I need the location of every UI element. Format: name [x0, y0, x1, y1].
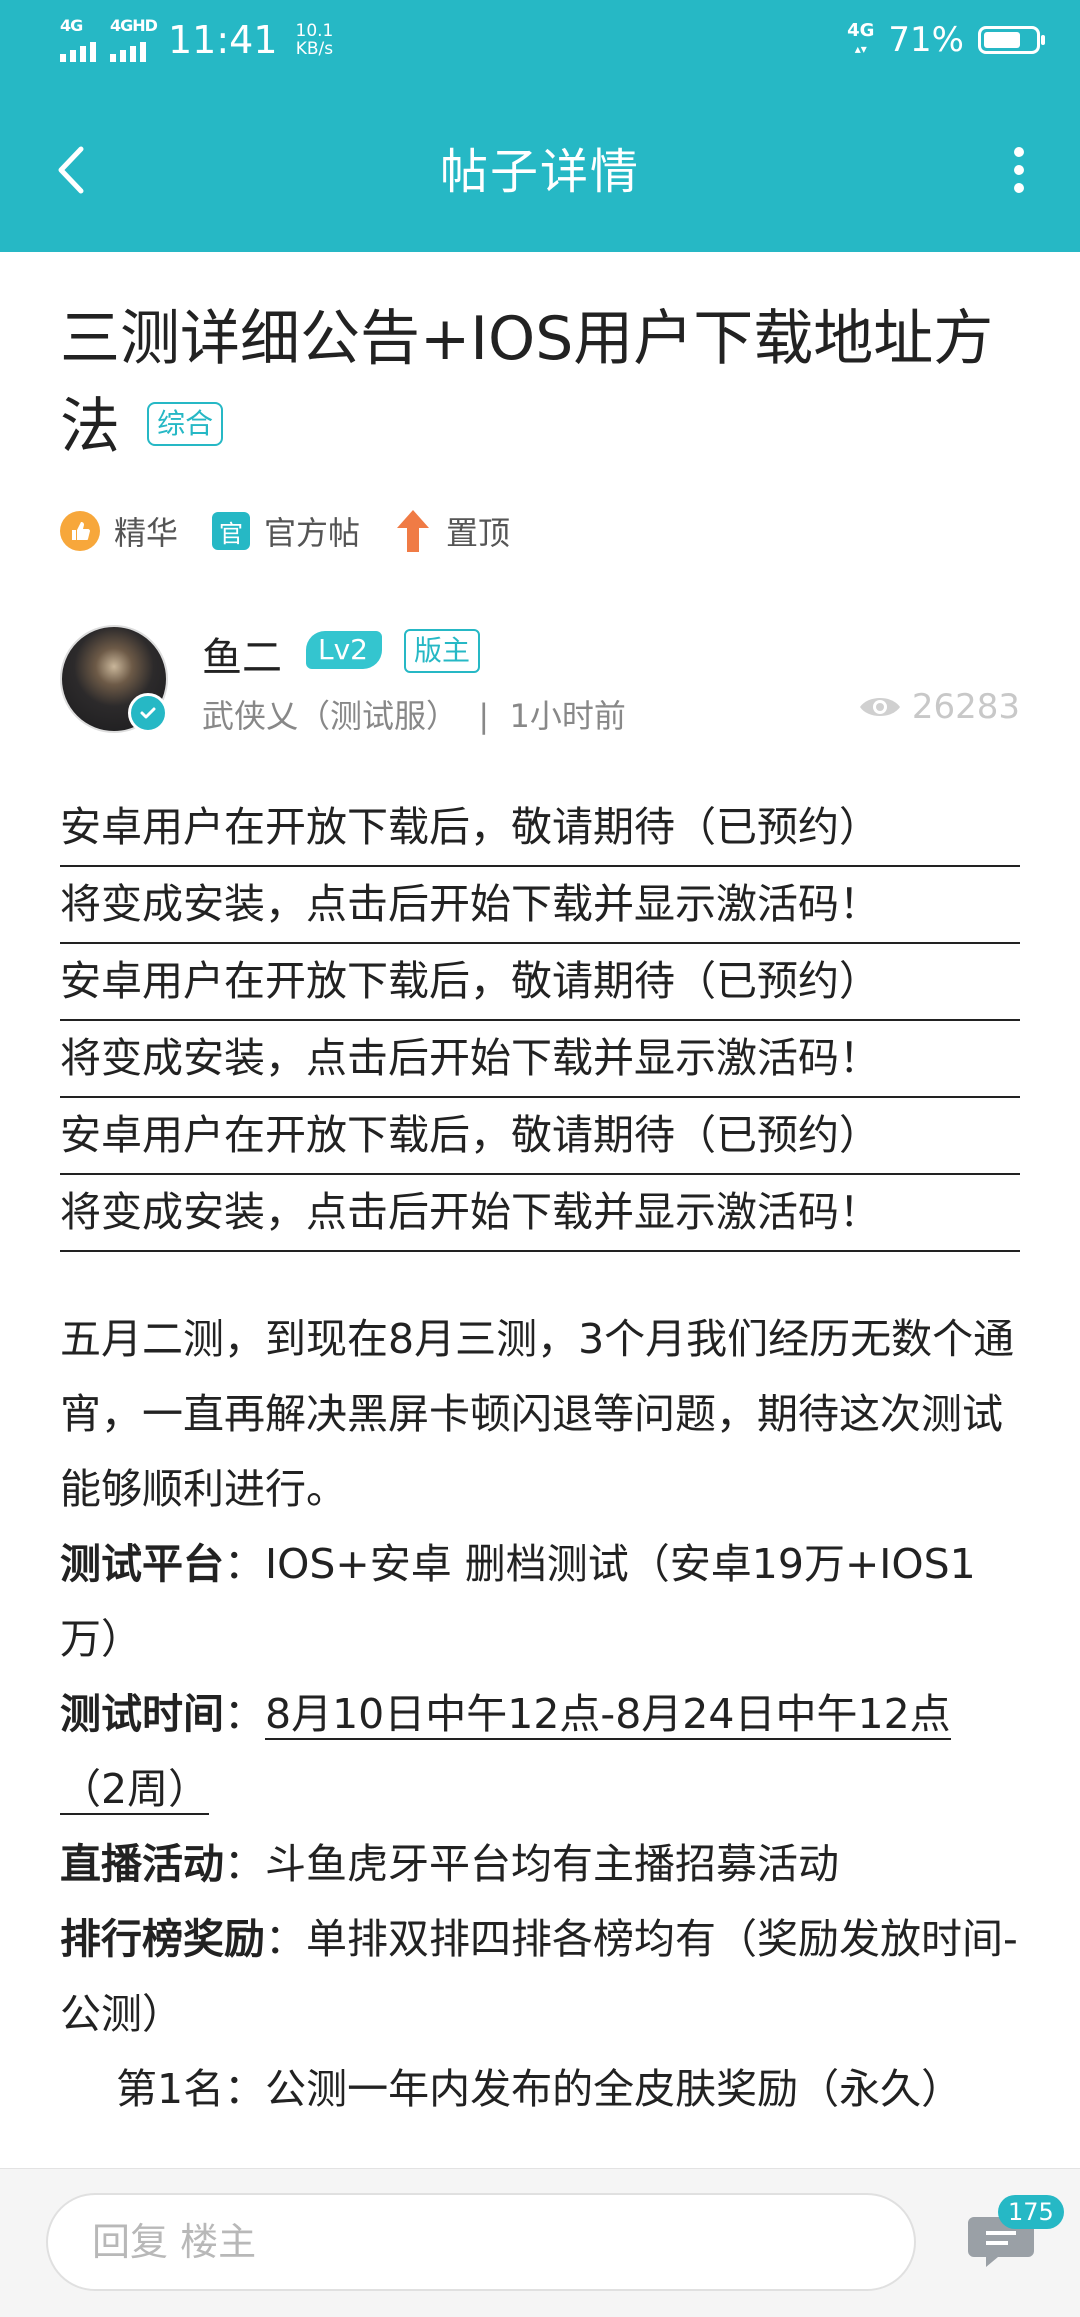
live-row: 直播活动：斗鱼虎牙平台均有主播招募活动: [60, 1827, 1020, 1902]
underlined-line: 安卓用户在开放下载后，敬请期待（已预约）: [60, 790, 1020, 867]
live-value: 斗鱼虎牙平台均有主播招募活动: [265, 1840, 839, 1888]
arrow-up-icon: [394, 510, 432, 552]
more-dot-icon: [1014, 165, 1024, 175]
official-badge: 官 官方帖: [212, 508, 360, 554]
author-meta: 武侠乂（测试服） | 1小时前: [202, 691, 626, 737]
official-icon: 官: [212, 512, 251, 550]
essence-badge: 精华: [60, 508, 178, 554]
platform-row: 测试平台：IOS+安卓 删档测试（安卓19万+IOS1万）: [60, 1527, 1020, 1677]
signal-label-hd: 4GHD: [110, 16, 158, 35]
rank-label: 排行榜奖励: [60, 1915, 265, 1963]
status-bar: 4G 4GHD 11:41 10.1 KB/s 4G ▴▾ 71%: [0, 0, 1080, 90]
post-time: 1小时前: [509, 697, 626, 735]
view-count: 26283: [858, 687, 1020, 727]
official-label: 官方帖: [264, 514, 361, 552]
signal-label: 4G: [60, 16, 83, 35]
more-dot-icon: [1014, 183, 1024, 193]
battery-icon: [978, 26, 1045, 54]
clock: 11:41: [168, 18, 278, 62]
thumbs-up-icon: [60, 511, 100, 551]
data-network-icon: 4G ▴▾: [847, 20, 875, 57]
signal-icon-hd: 4GHD: [110, 16, 158, 62]
time-label: 测试时间: [60, 1690, 224, 1738]
live-label: 直播活动: [60, 1840, 224, 1888]
underlined-line: 安卓用户在开放下载后，敬请期待（已预约）: [60, 1098, 1020, 1175]
signal-icon: 4G: [60, 16, 96, 62]
speed-unit: KB/s: [295, 39, 334, 59]
verified-icon: [128, 693, 168, 733]
post-body: 安卓用户在开放下载后，敬请期待（已预约） 将变成安装，点击后开始下载并显示激活码…: [60, 790, 1020, 2127]
essence-label: 精华: [114, 514, 179, 552]
category-tag[interactable]: 综合: [147, 402, 224, 447]
author-server: 武侠乂（测试服）: [202, 697, 459, 735]
post-title: 三测详细公告+IOS用户下载地址方法 综合: [60, 295, 1020, 471]
first-prize-row: 第1名：公测一年内发布的全皮肤奖励（永久）: [116, 2065, 963, 2113]
underlined-line: 安卓用户在开放下载后，敬请期待（已预约）: [60, 944, 1020, 1021]
colon: ：: [265, 1915, 306, 1963]
meta-separator: |: [478, 697, 490, 735]
app-header: 帖子详情: [0, 90, 1080, 252]
eye-icon: [859, 698, 900, 716]
more-dot-icon: [1014, 147, 1024, 157]
battery-percent: 71%: [888, 20, 964, 60]
author-name[interactable]: 鱼二: [202, 625, 282, 683]
moderator-badge: 版主: [404, 629, 481, 673]
rank-row: 排行榜奖励：单排双排四排各榜均有（奖励发放时间-公测）: [60, 1902, 1020, 2052]
time-row: 测试时间：8月10日中午12点-8月24日中午12点 （2周）: [60, 1677, 1020, 1827]
level-badge: Lv2: [306, 631, 382, 669]
more-options-button[interactable]: [994, 140, 1044, 200]
reply-input[interactable]: 回复 楼主: [46, 2193, 916, 2291]
page-title: 帖子详情: [439, 144, 640, 200]
colon: ：: [224, 1540, 265, 1588]
pinned-label: 置顶: [446, 514, 511, 552]
pinned-badge: 置顶: [394, 508, 510, 554]
intro-paragraph: 五月二测，到现在8月三测，3个月我们经历无数个通宵，一直再解决黑屏卡顿闪退等问题…: [60, 1315, 1015, 1513]
author-row: 鱼二 Lv2 版主 武侠乂（测试服） | 1小时前 26283: [60, 625, 1020, 745]
underlined-line: 将变成安装，点击后开始下载并显示激活码！: [60, 1021, 1020, 1098]
bottom-bar: 回复 楼主 175: [0, 2168, 1080, 2317]
speed-value: 10.1: [295, 21, 334, 41]
platform-label: 测试平台: [60, 1540, 224, 1588]
comment-count-badge: 175: [998, 2195, 1064, 2229]
post-badges: 精华 官 官方帖 置顶: [60, 508, 510, 554]
colon: ：: [224, 1840, 265, 1888]
network-speed: 10.1 KB/s: [296, 22, 334, 58]
underlined-line: 将变成安装，点击后开始下载并显示激活码！: [60, 1175, 1020, 1252]
underlined-line: 将变成安装，点击后开始下载并显示激活码！: [60, 867, 1020, 944]
view-count-value: 26283: [911, 687, 1020, 727]
battery-level: [984, 32, 1020, 48]
data-network-label: 4G: [847, 20, 875, 41]
colon: ：: [224, 1690, 265, 1738]
